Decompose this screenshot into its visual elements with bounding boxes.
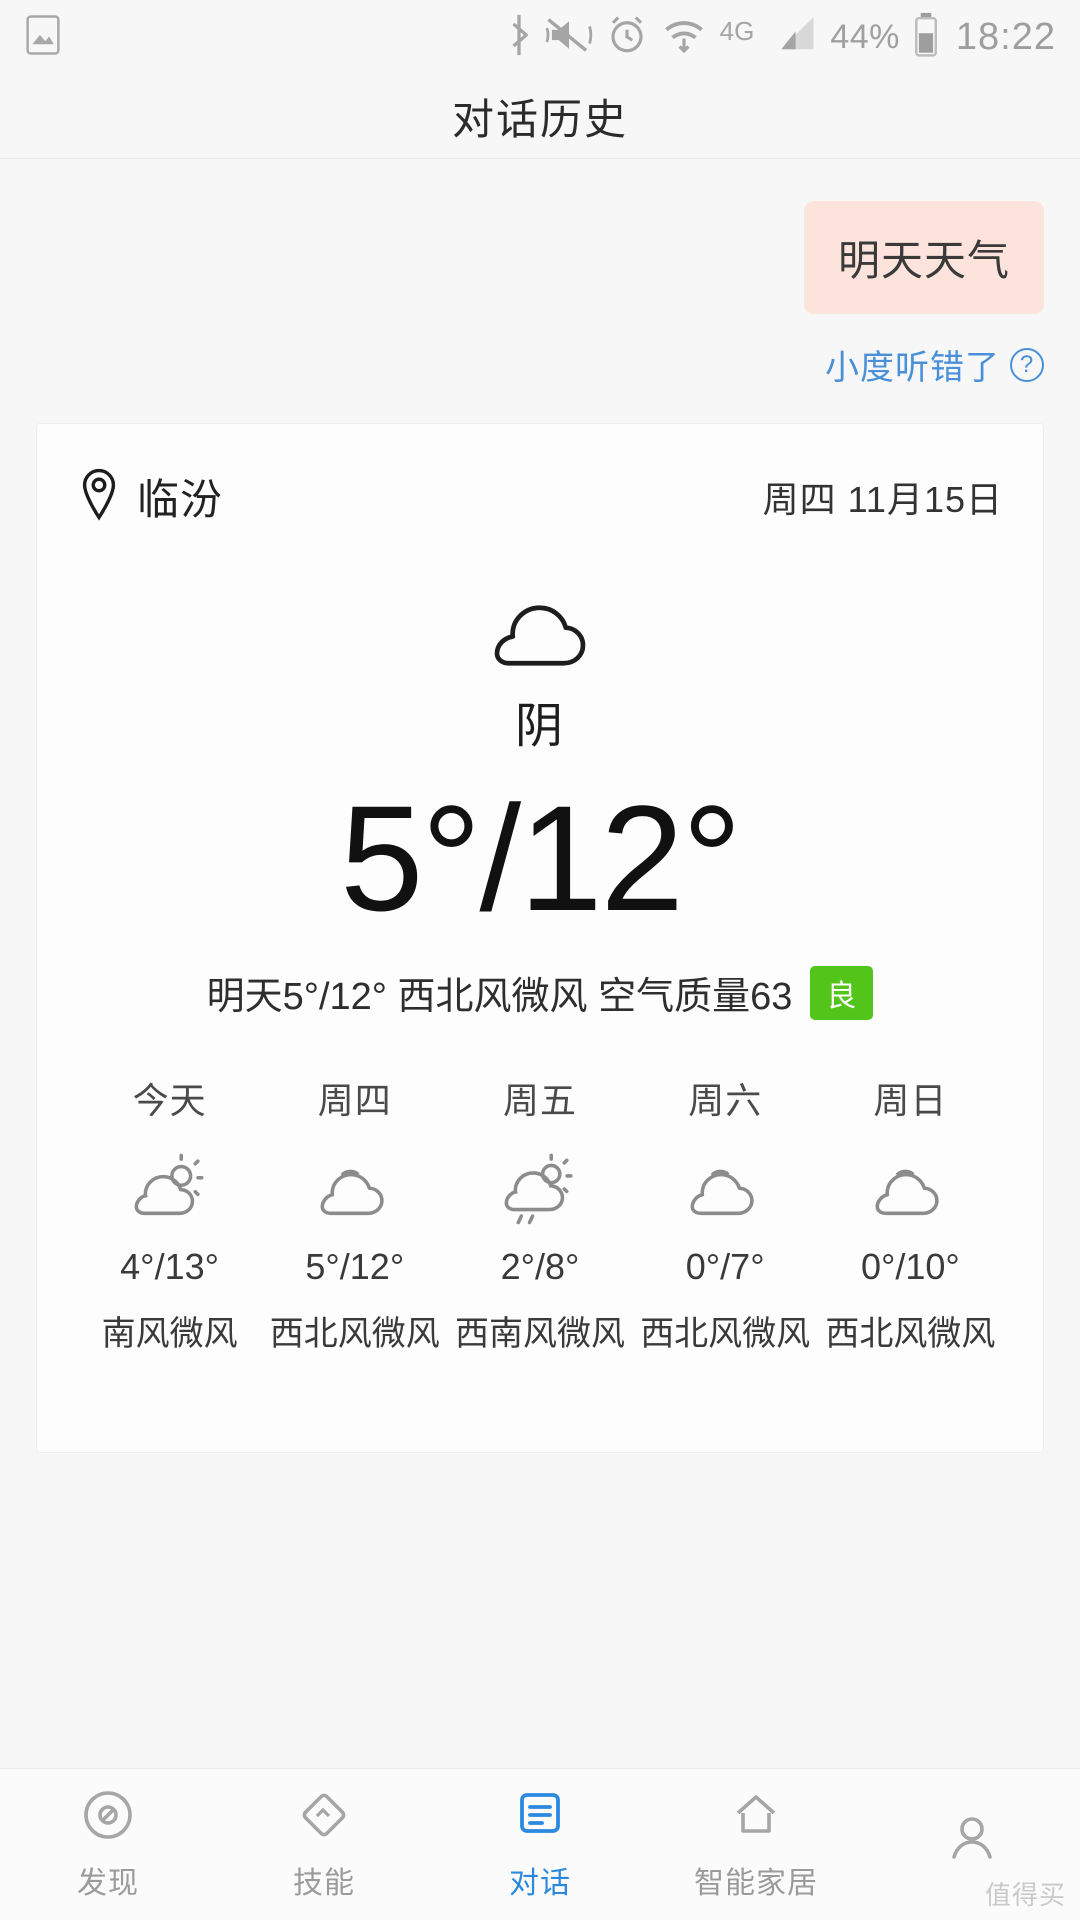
home-icon (728, 1787, 784, 1848)
watermark-label: 值得买 (984, 1880, 1066, 1910)
weather-condition-block: 阴 (77, 589, 1003, 756)
bottom-navigation-bar: 发现 技能 对话 智能家居 值得买 (0, 1768, 1080, 1920)
bluetooth-icon (506, 13, 532, 62)
nav-item-discover[interactable]: 发现 (0, 1787, 216, 1902)
forecast-temp-label: 0°/10° (860, 1246, 960, 1287)
cloudy-icon (480, 589, 600, 680)
misheard-link[interactable]: 小度听错了 ? (825, 340, 1044, 389)
title-bar: 对话历史 (0, 74, 1080, 159)
misheard-label: 小度听错了 (825, 349, 1000, 387)
nav-label-discover: 发现 (77, 1867, 139, 1900)
forecast-day-label: 今天 (132, 1080, 207, 1121)
forecast-grid: 今天 4°/13° 南风微风 周四 5°/12° 西北风微风 周五 2°/8° … (77, 1072, 1003, 1358)
forecast-day-label: 周日 (873, 1080, 948, 1121)
diamond-icon (296, 1787, 352, 1848)
nav-item-profile[interactable] (864, 1809, 1080, 1880)
clock-label: 18:22 (955, 15, 1056, 58)
location-pin-icon (77, 467, 121, 526)
nav-label-smart-home: 智能家居 (694, 1867, 818, 1900)
weather-card-header: 临汾 周四 11月15日 (77, 424, 1003, 527)
nav-label-skills: 技能 (293, 1867, 355, 1900)
sun-cloud-icon (77, 1150, 262, 1228)
alarm-icon (606, 13, 648, 62)
wifi-icon (661, 13, 707, 62)
weather-location-label: 临汾 (137, 476, 224, 523)
page-title: 对话历史 (451, 95, 628, 143)
forecast-wind-label: 西北风微风 (269, 1315, 440, 1353)
misheard-row: 小度听错了 ? (36, 314, 1044, 389)
status-bar-left (24, 14, 62, 60)
compass-icon (80, 1787, 136, 1848)
network-type-label: 4G (719, 15, 755, 46)
forecast-temp-label: 2°/8° (500, 1246, 580, 1287)
weather-temperature: 5°/12° (340, 774, 742, 942)
forecast-wind-label: 西北风微风 (640, 1315, 811, 1353)
chat-lines-icon (512, 1787, 568, 1848)
cloudy-icon (262, 1150, 447, 1228)
weather-card[interactable]: 临汾 周四 11月15日 阴 5°/12° 明天5°/12° 西北风微风 空气质… (36, 423, 1044, 1453)
forecast-wind-label: 南风微风 (101, 1315, 238, 1353)
status-bar-right: 4G 44% 18:22 (506, 12, 1056, 63)
sun-cloud-rain-icon (447, 1150, 632, 1228)
forecast-day-label: 周五 (502, 1080, 577, 1121)
mute-vibrate-icon (545, 13, 593, 62)
forecast-wind-label: 西南风微风 (454, 1315, 625, 1353)
conversation-area: 明天天气 小度听错了 ? 临汾 周四 11月15日 阴 5°/12° 明天5°/… (0, 159, 1080, 1459)
weather-location: 临汾 (77, 466, 223, 527)
nav-item-smart-home[interactable]: 智能家居 (648, 1787, 864, 1902)
forecast-temp-label: 0°/7° (685, 1246, 765, 1287)
status-bar: 4G 44% 18:22 (0, 0, 1080, 74)
forecast-column[interactable]: 周日 0°/10° 西北风微风 (818, 1072, 1003, 1358)
forecast-wind-label: 西北风微风 (825, 1315, 996, 1353)
cloudy-icon (818, 1150, 1003, 1228)
weather-condition-label: 阴 (514, 700, 565, 753)
weather-detail-row: 明天5°/12° 西北风微风 空气质量63 良 (77, 965, 1003, 1020)
forecast-temp-label: 5°/12° (305, 1246, 405, 1287)
user-message-row: 明天天气 (36, 159, 1044, 314)
nav-item-chat[interactable]: 对话 (432, 1787, 648, 1902)
image-icon (24, 14, 62, 60)
nav-item-skills[interactable]: 技能 (216, 1787, 432, 1902)
signal-icon (767, 13, 817, 62)
weather-detail-label: 明天5°/12° 西北风微风 空气质量63 (206, 976, 793, 1018)
forecast-day-label: 周六 (688, 1080, 763, 1121)
question-mark-circle-icon[interactable]: ? (1010, 347, 1044, 382)
cloudy-icon (633, 1150, 818, 1228)
forecast-column[interactable]: 周五 2°/8° 西南风微风 (447, 1072, 632, 1358)
forecast-temp-label: 4°/13° (120, 1246, 220, 1287)
weather-date-label: 周四 11月15日 (762, 478, 1003, 520)
battery-percent-label: 44% (830, 17, 900, 56)
profile-icon (944, 1809, 1000, 1870)
forecast-column[interactable]: 周四 5°/12° 西北风微风 (262, 1072, 447, 1358)
forecast-column[interactable]: 今天 4°/13° 南风微风 (77, 1072, 262, 1358)
nav-label-chat: 对话 (509, 1867, 571, 1900)
user-message-bubble[interactable]: 明天天气 (803, 201, 1044, 314)
forecast-column[interactable]: 周六 0°/7° 西北风微风 (633, 1072, 818, 1358)
battery-icon (913, 12, 939, 63)
aqi-badge: 良 (810, 965, 874, 1020)
forecast-day-label: 周四 (317, 1080, 392, 1121)
